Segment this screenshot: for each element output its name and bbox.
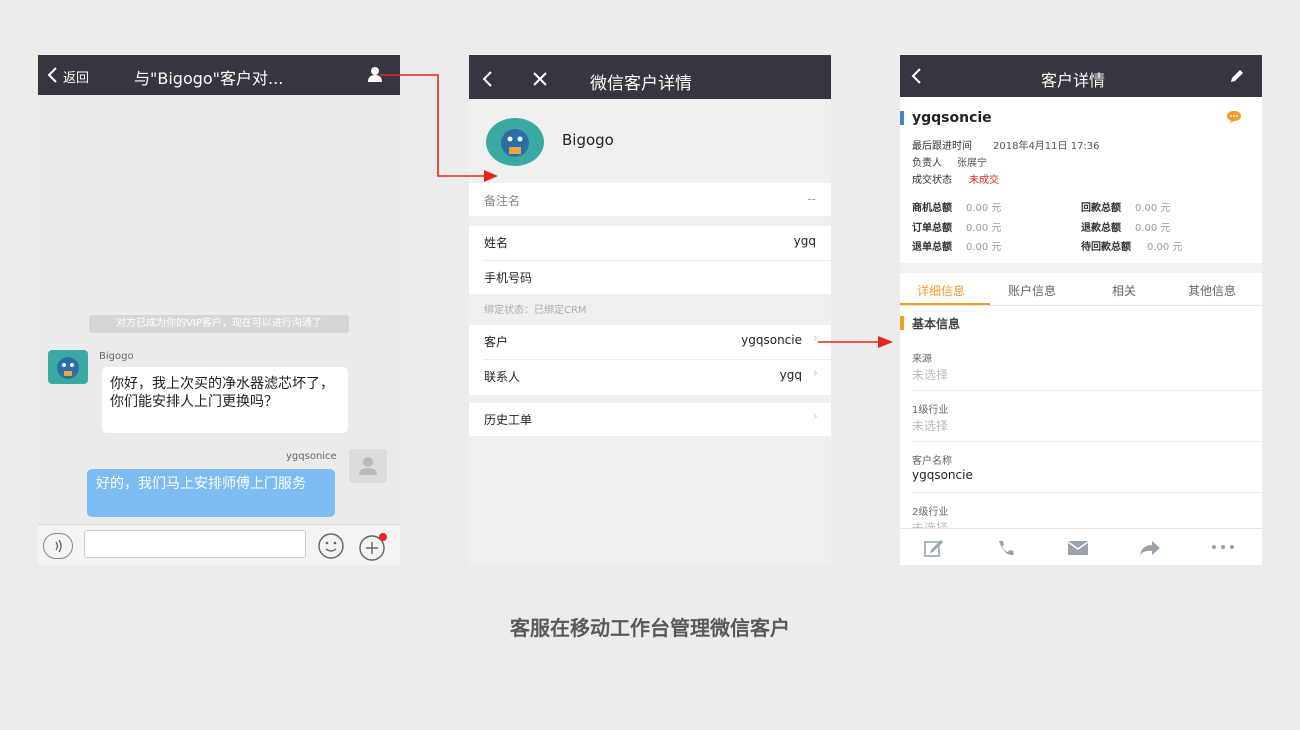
arrow-to-customer-detail [818, 336, 893, 348]
caption: 客服在移动工作台管理微信客户 [510, 616, 790, 640]
arrow-to-wechat-detail [380, 74, 498, 182]
